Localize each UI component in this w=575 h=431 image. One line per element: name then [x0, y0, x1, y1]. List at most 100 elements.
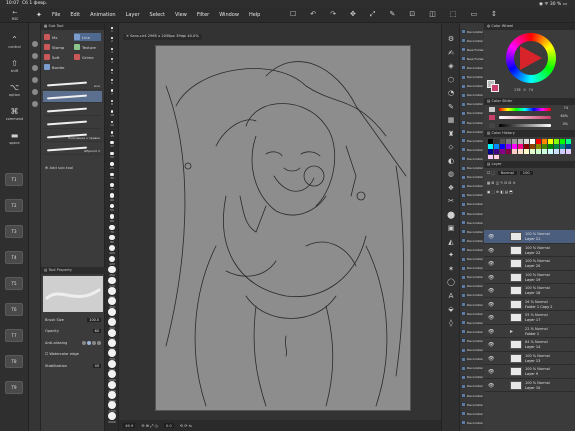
angle-value[interactable]: 0.0: [163, 423, 174, 428]
layer-row[interactable]: 👁 ▸ 22 % Normal Folder 1: [484, 325, 575, 338]
decoration-item[interactable]: Decoration: [461, 236, 484, 245]
dock-icon[interactable]: ✂: [446, 197, 456, 205]
slider-track[interactable]: [499, 108, 551, 111]
dock-icon[interactable]: ⬙: [446, 305, 456, 313]
decoration-item[interactable]: Decoration: [461, 327, 484, 336]
color-history-swatch[interactable]: [541, 149, 548, 154]
layer-tools-icon[interactable]: ☐ ⬚: [487, 171, 495, 175]
brush-item[interactable]: Пояснение к правке: [43, 130, 102, 142]
visibility-eye-icon[interactable]: 👁: [488, 302, 494, 308]
layer-row[interactable]: 👁 100 % Normal Layer 9: [484, 365, 575, 379]
dock-icon[interactable]: ◊: [446, 319, 456, 327]
layer-row[interactable]: 👁 100 % Normal Layer 19: [484, 271, 575, 284]
brush-size-row[interactable]: Brush Size 100.0: [43, 316, 103, 324]
color-history-swatch[interactable]: [493, 144, 500, 149]
layer-row[interactable]: 👁 100 % Normal Layer 18: [484, 284, 575, 298]
color-history-swatch[interactable]: [499, 139, 506, 144]
command-icon[interactable]: ↷: [330, 10, 336, 19]
decoration-item[interactable]: Decoration: [461, 63, 484, 72]
menu-animation[interactable]: Animation: [90, 12, 116, 18]
watercolor-edge-row[interactable]: ☐ Watercolor edge: [43, 350, 103, 358]
color-history-swatch[interactable]: [505, 149, 512, 154]
brush-size-preset[interactable]: 2000: [106, 411, 118, 424]
visibility-eye-icon[interactable]: 👁: [488, 234, 494, 240]
brush-size-preset[interactable]: 30: [106, 172, 118, 180]
decoration-item[interactable]: Decoration: [461, 145, 484, 154]
tool-dot[interactable]: [32, 65, 38, 71]
brush-size-preset[interactable]: 25: [106, 162, 118, 170]
color-history-swatch[interactable]: [529, 139, 536, 144]
menu-edit[interactable]: Edit: [70, 12, 80, 18]
decoration-item[interactable]: Decoration: [461, 136, 484, 145]
color-history-swatch[interactable]: [559, 139, 566, 144]
color-history-swatch[interactable]: [499, 144, 506, 149]
shortcut-t8-button[interactable]: T8: [5, 355, 23, 368]
brush-size-preset[interactable]: 17: [106, 141, 118, 148]
zoom-controls-icon[interactable]: ⊖ ⊕ ⤢ ◷: [141, 423, 157, 428]
color-history-swatch[interactable]: [517, 139, 524, 144]
rotate-controls-icon[interactable]: ⟲ ⟳ ⇆: [180, 423, 192, 428]
app-logo-icon[interactable]: ✦: [36, 11, 42, 19]
brush-size-preset[interactable]: 80: [106, 235, 118, 244]
sub-tool-grime[interactable]: Grime: [74, 53, 101, 61]
color-history-swatch[interactable]: [559, 149, 566, 154]
sub-tool-mx[interactable]: Mx: [44, 33, 71, 41]
menu-help[interactable]: Help: [249, 12, 260, 18]
decoration-item[interactable]: Decoration: [461, 209, 484, 218]
color-history-swatch[interactable]: [488, 154, 494, 160]
color-history-swatch[interactable]: [523, 139, 530, 144]
canvas-area[interactable]: ✕ Sans.clr4 2965 x 2058px 39dpi 40.0%: [119, 23, 441, 420]
command-icon[interactable]: ☐: [290, 10, 296, 19]
decoration-item[interactable]: Decoration: [461, 282, 484, 291]
decoration-item[interactable]: Decoration: [461, 409, 484, 418]
brush-size-preset[interactable]: 15: [106, 131, 118, 138]
sub-tool-stamp[interactable]: Stamp: [44, 43, 71, 51]
brush-size-value[interactable]: 100.0: [87, 318, 101, 322]
tool-dot[interactable]: [32, 89, 38, 95]
dock-icon[interactable]: ◯: [446, 278, 456, 286]
layer-opacity-value[interactable]: 100: [519, 171, 533, 176]
shortcut-t9-button[interactable]: T9: [5, 381, 23, 394]
zoom-value[interactable]: 46.9: [123, 423, 136, 428]
decoration-item[interactable]: Decoration: [461, 300, 484, 309]
dock-icon[interactable]: ▦: [446, 116, 456, 124]
decoration-item[interactable]: Decoration: [461, 27, 484, 36]
color-history-swatch[interactable]: [523, 144, 530, 149]
slider-track[interactable]: [499, 116, 551, 119]
color-history-swatch[interactable]: [565, 144, 572, 149]
layer-actions-icon[interactable]: ▦ ⊞ ◫ ✎ ⊡ ⊟ ✕: [487, 181, 516, 185]
decoration-item[interactable]: Decoration: [461, 346, 484, 355]
color-history-swatch[interactable]: [535, 149, 542, 154]
dock-icon[interactable]: ✎: [446, 103, 456, 111]
visibility-eye-icon[interactable]: 👁: [488, 248, 494, 254]
brush-size-preset[interactable]: 1: [106, 27, 118, 33]
stabilization-row[interactable]: Stabilization 45: [43, 362, 103, 370]
decoration-item[interactable]: Decoration: [461, 154, 484, 163]
tool-dot[interactable]: [32, 101, 38, 107]
command-icon[interactable]: ✥: [350, 10, 356, 19]
sub-tool-soft[interactable]: Soft: [44, 53, 71, 61]
decoration-item[interactable]: Decoration: [461, 400, 484, 409]
decoration-item[interactable]: New Folder: [461, 54, 484, 63]
brush-size-preset[interactable]: 5: [106, 68, 118, 75]
color-history-swatch[interactable]: [529, 149, 536, 154]
menu-window[interactable]: Window: [219, 12, 239, 18]
color-history-swatch[interactable]: [535, 144, 542, 149]
color-history-swatch[interactable]: [488, 139, 494, 144]
color-history-swatch[interactable]: [565, 149, 572, 154]
color-wheel[interactable]: 178 0 74: [484, 30, 575, 98]
decoration-item[interactable]: Decoration: [461, 91, 484, 100]
color-history-swatch[interactable]: [499, 149, 506, 154]
dock-icon[interactable]: ◔: [446, 89, 456, 97]
color-history-swatch[interactable]: [559, 144, 566, 149]
decoration-item[interactable]: Decoration: [461, 418, 484, 427]
command-icon[interactable]: ↕: [491, 10, 497, 19]
dock-icon[interactable]: ✶: [446, 265, 456, 273]
visibility-eye-icon[interactable]: 👁: [488, 288, 494, 294]
visibility-eye-icon[interactable]: 👁: [488, 356, 494, 362]
anti-alias-row[interactable]: Anti-aliasing: [43, 339, 103, 347]
visibility-eye-icon[interactable]: 👁: [488, 329, 494, 335]
decoration-item[interactable]: Decoration: [461, 82, 484, 91]
document-tab[interactable]: ✕ Sans.clr4 2965 x 2058px 39dpi 40.0%: [123, 34, 202, 40]
dock-icon[interactable]: ◍: [446, 170, 456, 178]
